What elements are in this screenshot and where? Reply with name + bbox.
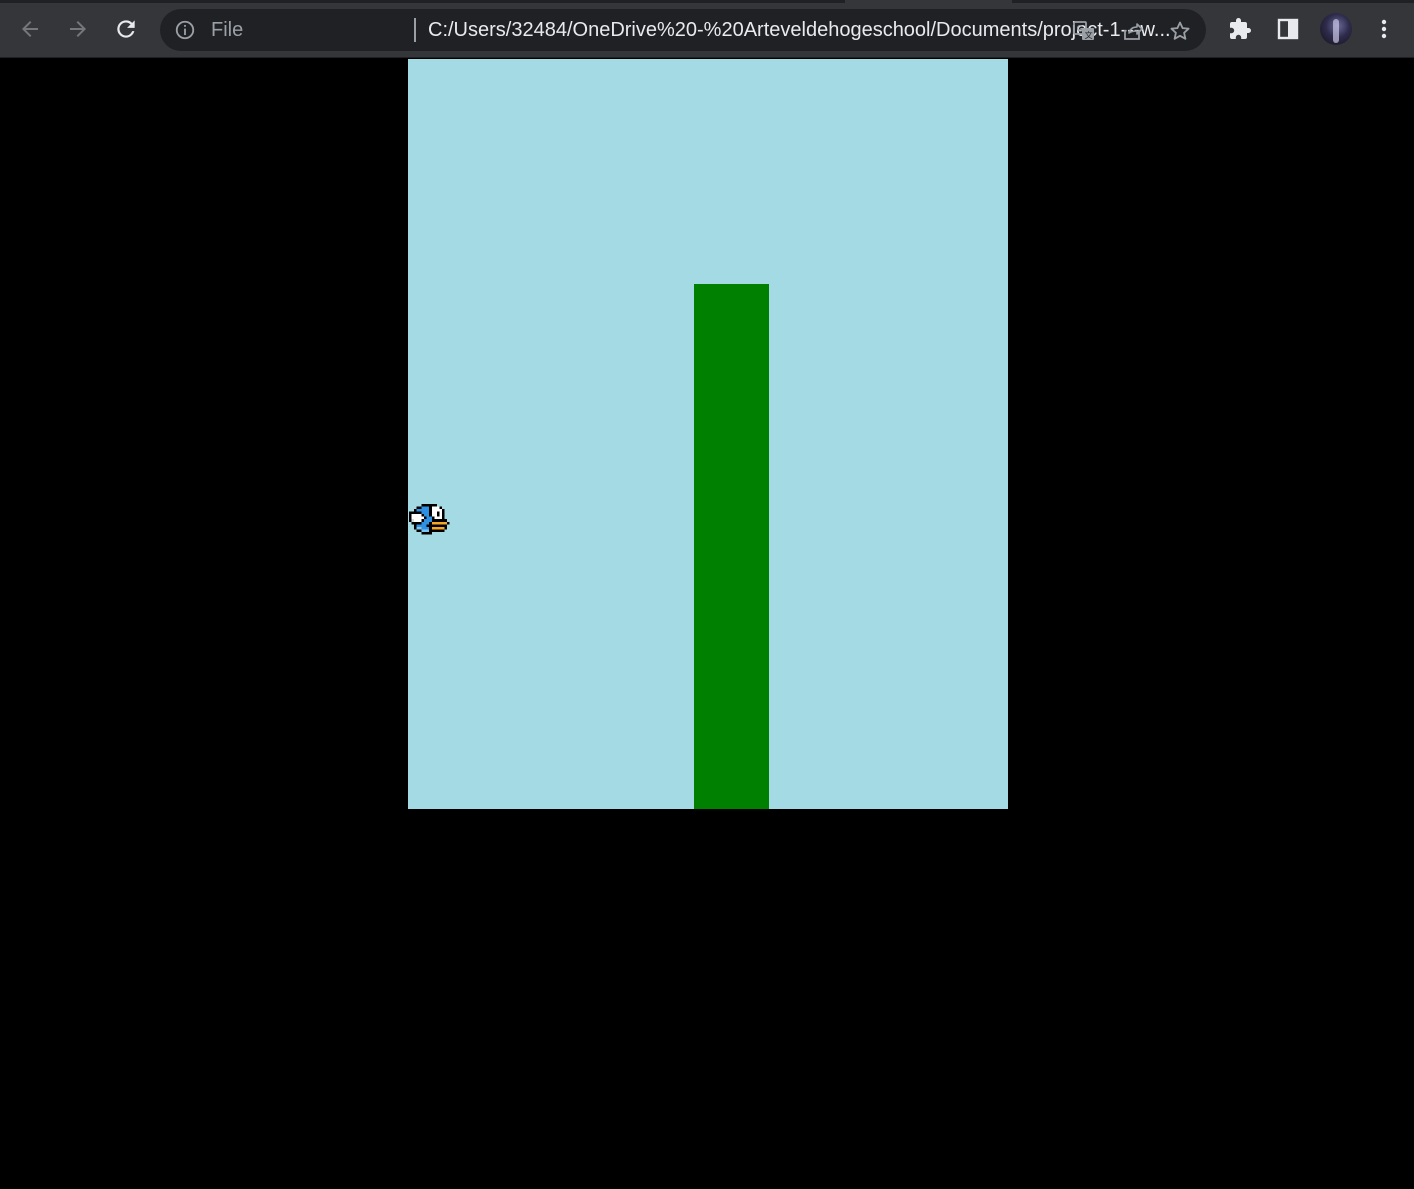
side-panel-icon: [1277, 18, 1299, 40]
back-button[interactable]: [11, 10, 49, 48]
tabstrip-edge-left: [0, 0, 845, 3]
star-icon: [1170, 21, 1190, 40]
address-bar[interactable]: File C:/Users/32484/OneDrive%20-%20Artev…: [160, 9, 1206, 51]
pipe-obstacle: [694, 284, 769, 809]
extensions-button[interactable]: [1223, 12, 1257, 46]
translate-button[interactable]: G 文: [1070, 17, 1098, 45]
browser-menu-button[interactable]: [1367, 12, 1401, 46]
reload-button[interactable]: [107, 10, 145, 48]
game-canvas[interactable]: [408, 59, 1008, 809]
translate-icon: G 文: [1073, 21, 1094, 40]
share-button[interactable]: [1118, 17, 1146, 45]
tabstrip-edge-right: [1012, 0, 1414, 3]
svg-text:文: 文: [1085, 30, 1093, 40]
arrow-left-icon: [22, 21, 38, 37]
reload-icon: [117, 20, 135, 38]
url-separator: [414, 18, 416, 42]
kebab-menu-icon: [1381, 19, 1387, 39]
share-icon: [1124, 23, 1143, 40]
profile-avatar[interactable]: [1320, 13, 1352, 45]
site-info-button[interactable]: [174, 19, 196, 41]
forward-button[interactable]: [59, 10, 97, 48]
puzzle-icon: [1230, 18, 1251, 39]
browser-toolbar: File C:/Users/32484/OneDrive%20-%20Artev…: [0, 0, 1414, 58]
side-panel-button[interactable]: [1271, 12, 1305, 46]
bookmark-button[interactable]: [1166, 17, 1194, 45]
blue-bird-icon: [409, 504, 450, 535]
url-text[interactable]: C:/Users/32484/OneDrive%20-%20Arteveldeh…: [428, 18, 1171, 42]
url-scheme-label: File: [211, 19, 244, 41]
info-circle-icon: [175, 20, 195, 40]
arrow-right-icon: [70, 21, 86, 37]
